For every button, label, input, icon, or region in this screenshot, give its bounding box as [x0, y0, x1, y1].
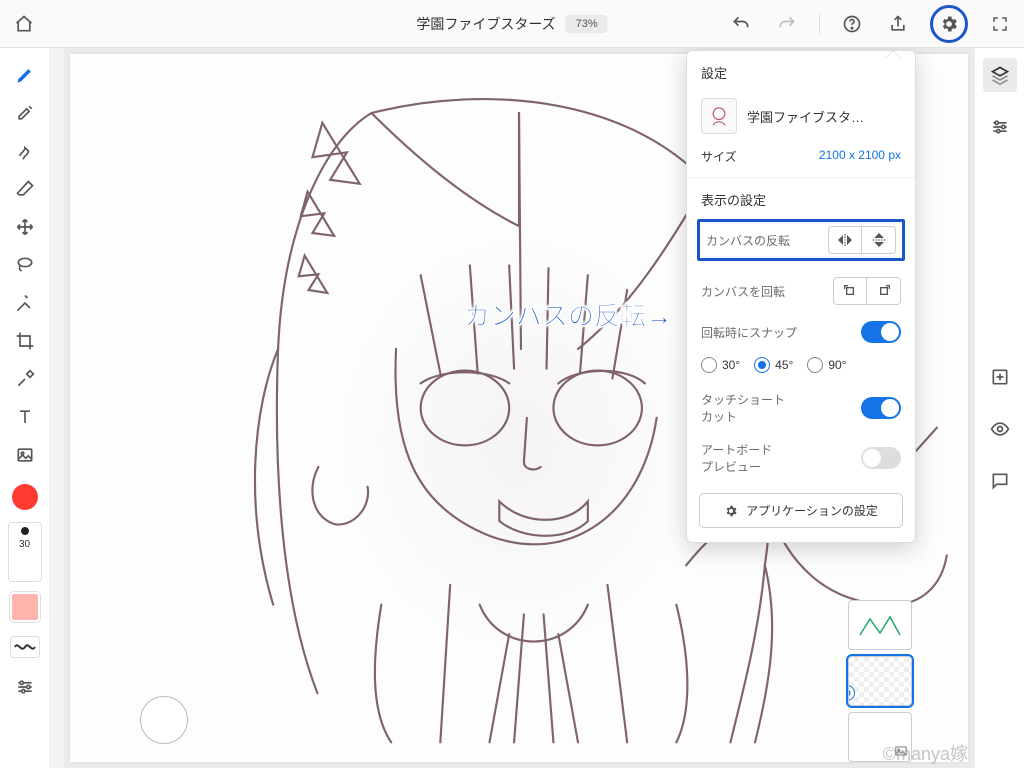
snap-label: 回転時にスナップ [701, 324, 797, 341]
main-area: 30 [0, 48, 1024, 768]
flip-label: カンバスの反転 [706, 232, 790, 249]
snap-angle-row: 30° 45° 90° [687, 351, 915, 383]
rotate-label: カンバスを回転 [701, 283, 785, 300]
pixel-brush-tool[interactable] [8, 58, 42, 92]
settings-title: 設定 [687, 51, 915, 90]
foreground-color[interactable] [12, 484, 38, 510]
rotate-ccw-button[interactable] [833, 277, 867, 305]
left-toolbar: 30 [0, 48, 50, 768]
app-root: 学園ファイブスターズ 73% [0, 0, 1024, 768]
angle-45[interactable]: 45° [754, 357, 793, 373]
canvas-rotate-row: カンバスを回転 [687, 269, 915, 313]
settings-gear-highlighted[interactable] [930, 5, 968, 43]
help-icon[interactable] [838, 10, 866, 38]
brush-size-value: 30 [19, 539, 30, 550]
redo-icon[interactable] [773, 10, 801, 38]
color-swatch[interactable] [10, 592, 40, 622]
share-icon[interactable] [884, 10, 912, 38]
layer-thumb-3[interactable] [848, 712, 912, 762]
settings-popover: 設定 学園ファイブスタ… サイズ 2100 x 2100 px 表示の設定 カン… [686, 50, 916, 543]
document-row[interactable]: 学園ファイブスタ… [687, 90, 915, 142]
angle-45-label: 45° [775, 358, 793, 372]
layer-thumbnails [844, 600, 916, 762]
document-name: 学園ファイブスタ… [747, 107, 901, 126]
eyedropper-tool[interactable] [8, 362, 42, 396]
add-panel-icon[interactable] [983, 360, 1017, 394]
sliders-icon[interactable] [8, 670, 42, 704]
size-value[interactable]: 2100 x 2100 px [819, 148, 901, 165]
artboard-preview-label: アートボード プレビュー [701, 441, 772, 475]
brush-size-preview[interactable]: 30 [8, 522, 42, 582]
document-title: 学園ファイブスターズ [416, 14, 555, 34]
eraser-tool[interactable] [8, 172, 42, 206]
snap-row: 回転時にスナップ [687, 313, 915, 351]
rotate-cw-button[interactable] [867, 277, 901, 305]
touch-shortcut-toggle[interactable] [861, 397, 901, 419]
smudge-tool[interactable] [8, 134, 42, 168]
brush-dynamics[interactable] [10, 636, 40, 658]
layer-thumb-1[interactable] [848, 600, 912, 650]
layers-panel-icon[interactable] [983, 58, 1017, 92]
top-bar: 学園ファイブスターズ 73% [0, 0, 1024, 48]
view-section-title: 表示の設定 [687, 178, 915, 215]
right-toolbar [974, 48, 1024, 768]
undo-icon[interactable] [727, 10, 755, 38]
visibility-icon[interactable] [983, 412, 1017, 446]
angle-30[interactable]: 30° [701, 357, 740, 373]
adjustments-panel-icon[interactable] [983, 110, 1017, 144]
document-thumbnail [701, 98, 737, 134]
place-image-tool[interactable] [8, 438, 42, 472]
fill-tool[interactable] [8, 286, 42, 320]
flip-buttons [828, 226, 896, 254]
app-settings-button[interactable]: アプリケーションの設定 [699, 493, 903, 528]
home-icon[interactable] [10, 10, 38, 38]
transform-tool[interactable] [8, 210, 42, 244]
layer-link-icon [848, 685, 855, 701]
canvas-viewport[interactable]: カンバスの反転→ 設定 学園ファイブスタ… サイズ 2100 x 2100 px… [64, 48, 974, 768]
separator [819, 13, 820, 35]
touch-shortcut-ring[interactable] [140, 696, 188, 744]
fullscreen-icon[interactable] [986, 10, 1014, 38]
angle-90[interactable]: 90° [807, 357, 846, 373]
title-group: 学園ファイブスターズ 73% [416, 14, 607, 34]
angle-30-label: 30° [722, 358, 740, 372]
snap-toggle[interactable] [861, 321, 901, 343]
canvas-flip-row-highlighted: カンバスの反転 [697, 219, 905, 261]
rotate-buttons [833, 277, 901, 305]
comments-icon[interactable] [983, 464, 1017, 498]
layer-image-icon [894, 744, 908, 758]
topbar-right [727, 5, 1014, 43]
artboard-preview-toggle[interactable] [861, 447, 901, 469]
size-label: サイズ [701, 148, 737, 165]
app-settings-label: アプリケーションの設定 [746, 502, 878, 519]
text-tool[interactable] [8, 400, 42, 434]
brush-dot [21, 527, 29, 535]
brush-tool[interactable] [8, 96, 42, 130]
crop-tool[interactable] [8, 324, 42, 358]
angle-90-label: 90° [828, 358, 846, 372]
artboard-preview-row: アートボード プレビュー [687, 433, 915, 483]
flip-horizontal-button[interactable] [828, 226, 862, 254]
left-edge-strip [50, 48, 64, 768]
touch-shortcut-label: タッチショート カット [701, 391, 785, 425]
size-row: サイズ 2100 x 2100 px [687, 142, 915, 177]
lasso-tool[interactable] [8, 248, 42, 282]
zoom-level[interactable]: 73% [566, 15, 608, 33]
flip-vertical-button[interactable] [862, 226, 896, 254]
touch-shortcut-row: タッチショート カット [687, 383, 915, 433]
layer-thumb-2[interactable] [848, 656, 912, 706]
